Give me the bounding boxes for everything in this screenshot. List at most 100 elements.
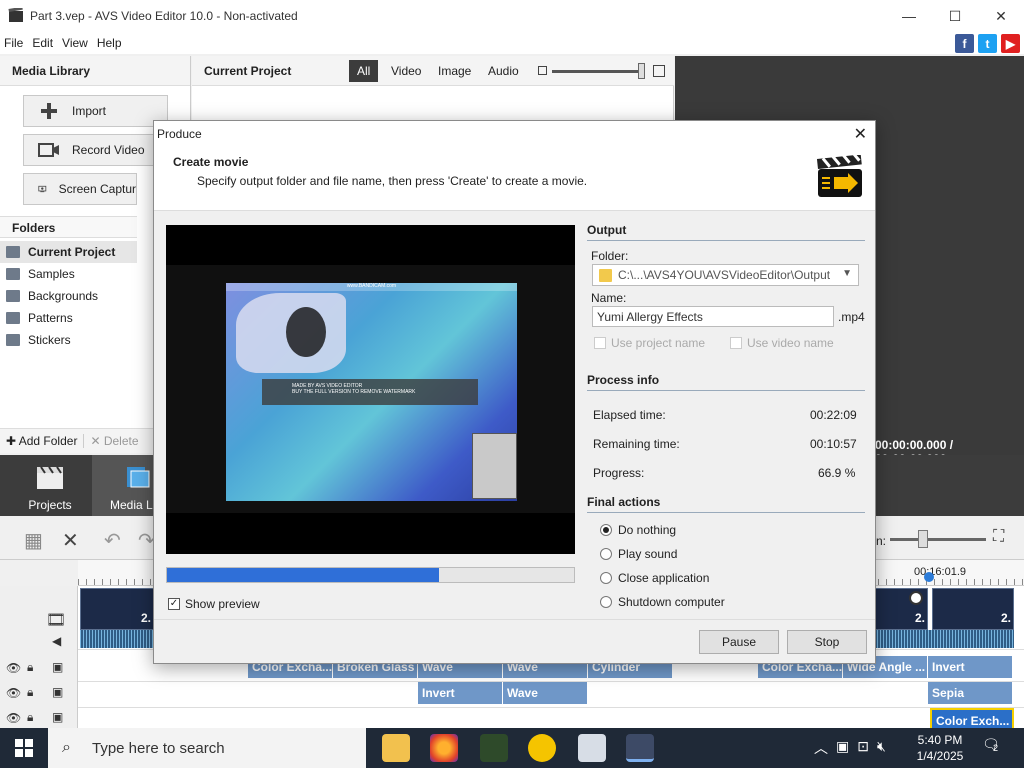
game-app-icon[interactable] (480, 734, 508, 762)
elapsed-time-value: 00:22:09 (810, 408, 857, 422)
dialog-title: Produce (157, 127, 202, 141)
effect-clip[interactable]: Color Exch... (930, 708, 1014, 730)
folder-patterns[interactable]: Patterns (0, 307, 137, 329)
filter-tab-video[interactable]: Video (383, 60, 429, 82)
thumb-size-slider[interactable] (552, 70, 644, 73)
search-box[interactable]: ⌕ Type here to search (48, 728, 366, 768)
large-thumb-icon[interactable] (653, 65, 665, 77)
bandicam-watermark: www.BANDICAM.com (226, 283, 517, 291)
firefox-icon[interactable] (430, 734, 458, 762)
maximize-button[interactable]: ☐ (932, 0, 978, 32)
file-name-input[interactable] (592, 306, 834, 327)
lock-icon[interactable]: 🔒︎ (27, 660, 33, 675)
menu-edit[interactable]: Edit (32, 36, 53, 50)
add-folder-button[interactable]: ✚ Add Folder (0, 434, 83, 448)
app-icon-yellow[interactable] (528, 734, 556, 762)
folder-icon (6, 268, 20, 280)
facebook-icon[interactable]: f (955, 34, 974, 53)
close-button[interactable]: ✕ (978, 0, 1024, 32)
youtube-icon[interactable]: ▶ (1001, 34, 1020, 53)
screen-capture-label: Screen Captur (58, 182, 136, 196)
chevron-up-icon[interactable]: ︿ (814, 738, 828, 758)
zoom-handle[interactable] (918, 530, 928, 548)
delete-folder-button[interactable]: ✕ Delete (83, 434, 144, 448)
record-video-button[interactable]: Record Video (23, 134, 168, 166)
eye-icon[interactable]: 👁︎ (6, 711, 21, 725)
start-button[interactable] (0, 728, 48, 768)
import-button[interactable]: Import (23, 95, 168, 127)
output-folder-select[interactable]: C:\...\AVS4YOU\AVSVideoEditor\Output ▼ (592, 264, 859, 286)
avs-video-editor-taskbar-icon[interactable] (626, 734, 654, 762)
dialog-header: Create movie Specify output folder and f… (154, 147, 875, 211)
audio-clip[interactable] (874, 630, 1014, 648)
network-icon[interactable]: ▣ (836, 738, 849, 758)
audio-clip[interactable] (80, 630, 154, 648)
twitter-icon[interactable]: t (978, 34, 997, 53)
thumb-size-handle[interactable] (638, 63, 645, 79)
radio-shutdown-computer[interactable]: Shutdown computer (600, 595, 725, 609)
playhead-handle[interactable] (924, 572, 934, 582)
video-track-icon: 🎞︎ (46, 612, 67, 629)
folder-backgrounds[interactable]: Backgrounds (0, 285, 137, 307)
dialog-close-icon[interactable]: ✕ (854, 124, 867, 144)
audio-track-icon: ◀ (52, 634, 62, 648)
lock-icon[interactable]: 🔒︎ (27, 685, 33, 700)
clock[interactable]: 5:40 PM 1/4/2025 (910, 732, 970, 764)
system-tray: ︿ ▣ ⊡ 🔇︎ (814, 738, 886, 758)
radio-do-nothing[interactable]: Do nothing (600, 523, 676, 537)
effect-clip[interactable]: Sepia (928, 682, 1013, 704)
final-actions-title: Final actions (587, 495, 865, 513)
zoom-slider[interactable] (890, 538, 986, 541)
show-preview-label: Show preview (185, 597, 260, 611)
media-library-icon (127, 467, 150, 488)
render-preview: www.BANDICAM.com MADE BY AVS VIDEO EDITO… (166, 225, 575, 554)
delete-icon[interactable]: ✕ (62, 528, 79, 553)
pause-button[interactable]: Pause (699, 630, 779, 654)
use-video-name-checkbox[interactable]: Use video name (730, 336, 834, 350)
video-clip[interactable]: 2. (932, 588, 1014, 630)
file-explorer-icon[interactable] (382, 734, 410, 762)
show-preview-checkbox[interactable]: ✓ Show preview (168, 597, 260, 611)
video-clip[interactable]: 2. (80, 588, 154, 630)
folder-icon (6, 290, 20, 302)
radio-play-sound[interactable]: Play sound (600, 547, 677, 561)
transition-icon[interactable] (909, 591, 923, 605)
photos-icon[interactable] (578, 734, 606, 762)
menu-view[interactable]: View (62, 36, 88, 50)
undo-icon[interactable]: ↶ (104, 528, 121, 553)
screen-capture-button[interactable]: Screen Captur (23, 173, 137, 205)
menu-file[interactable]: File (4, 36, 23, 50)
small-thumb-icon[interactable] (538, 66, 547, 75)
app-icon (8, 8, 23, 22)
filter-tab-all[interactable]: All (349, 60, 379, 82)
notification-icon[interactable]: 🗨︎ 2 (982, 736, 1006, 760)
folder-current-project[interactable]: Current Project (0, 241, 137, 263)
eye-icon[interactable]: 👁︎ (6, 686, 21, 700)
video-clip[interactable]: 2. (874, 588, 928, 630)
stop-button[interactable]: Stop (787, 630, 867, 654)
volume-muted-icon[interactable]: 🔇︎ (877, 738, 886, 758)
effect-track-icon: ▣ (52, 660, 64, 674)
eye-icon[interactable]: 👁︎ (6, 661, 21, 675)
minimize-button[interactable]: — (886, 0, 932, 32)
filter-tab-image[interactable]: Image (430, 60, 479, 82)
filter-tab-audio[interactable]: Audio (480, 60, 527, 82)
folder-stickers[interactable]: Stickers (0, 329, 137, 351)
tab-projects[interactable]: Projects (4, 455, 96, 516)
media-library-title: Media Library (0, 56, 190, 86)
output-folder-value: C:\...\AVS4YOU\AVSVideoEditor\Output (618, 268, 831, 282)
plus-icon (41, 103, 57, 119)
lock-icon[interactable]: 🔒︎ (27, 710, 33, 725)
effect-clip[interactable]: Invert (418, 682, 503, 704)
use-project-name-checkbox[interactable]: Use project name (594, 336, 705, 350)
radio-close-application[interactable]: Close application (600, 571, 709, 585)
menu-help[interactable]: Help (97, 36, 122, 50)
ethernet-icon[interactable]: ⊡ (857, 738, 869, 758)
fit-icon[interactable]: ⛶ (993, 528, 1004, 546)
current-project-header: Current Project All Video Image Audio (192, 56, 674, 86)
effect-clip[interactable]: Invert (928, 656, 1013, 678)
folder-samples[interactable]: Samples (0, 263, 137, 285)
effect-clip[interactable]: Wave (503, 682, 588, 704)
storyboard-icon[interactable]: ▦ (24, 528, 43, 553)
use-project-name-label: Use project name (611, 336, 706, 350)
